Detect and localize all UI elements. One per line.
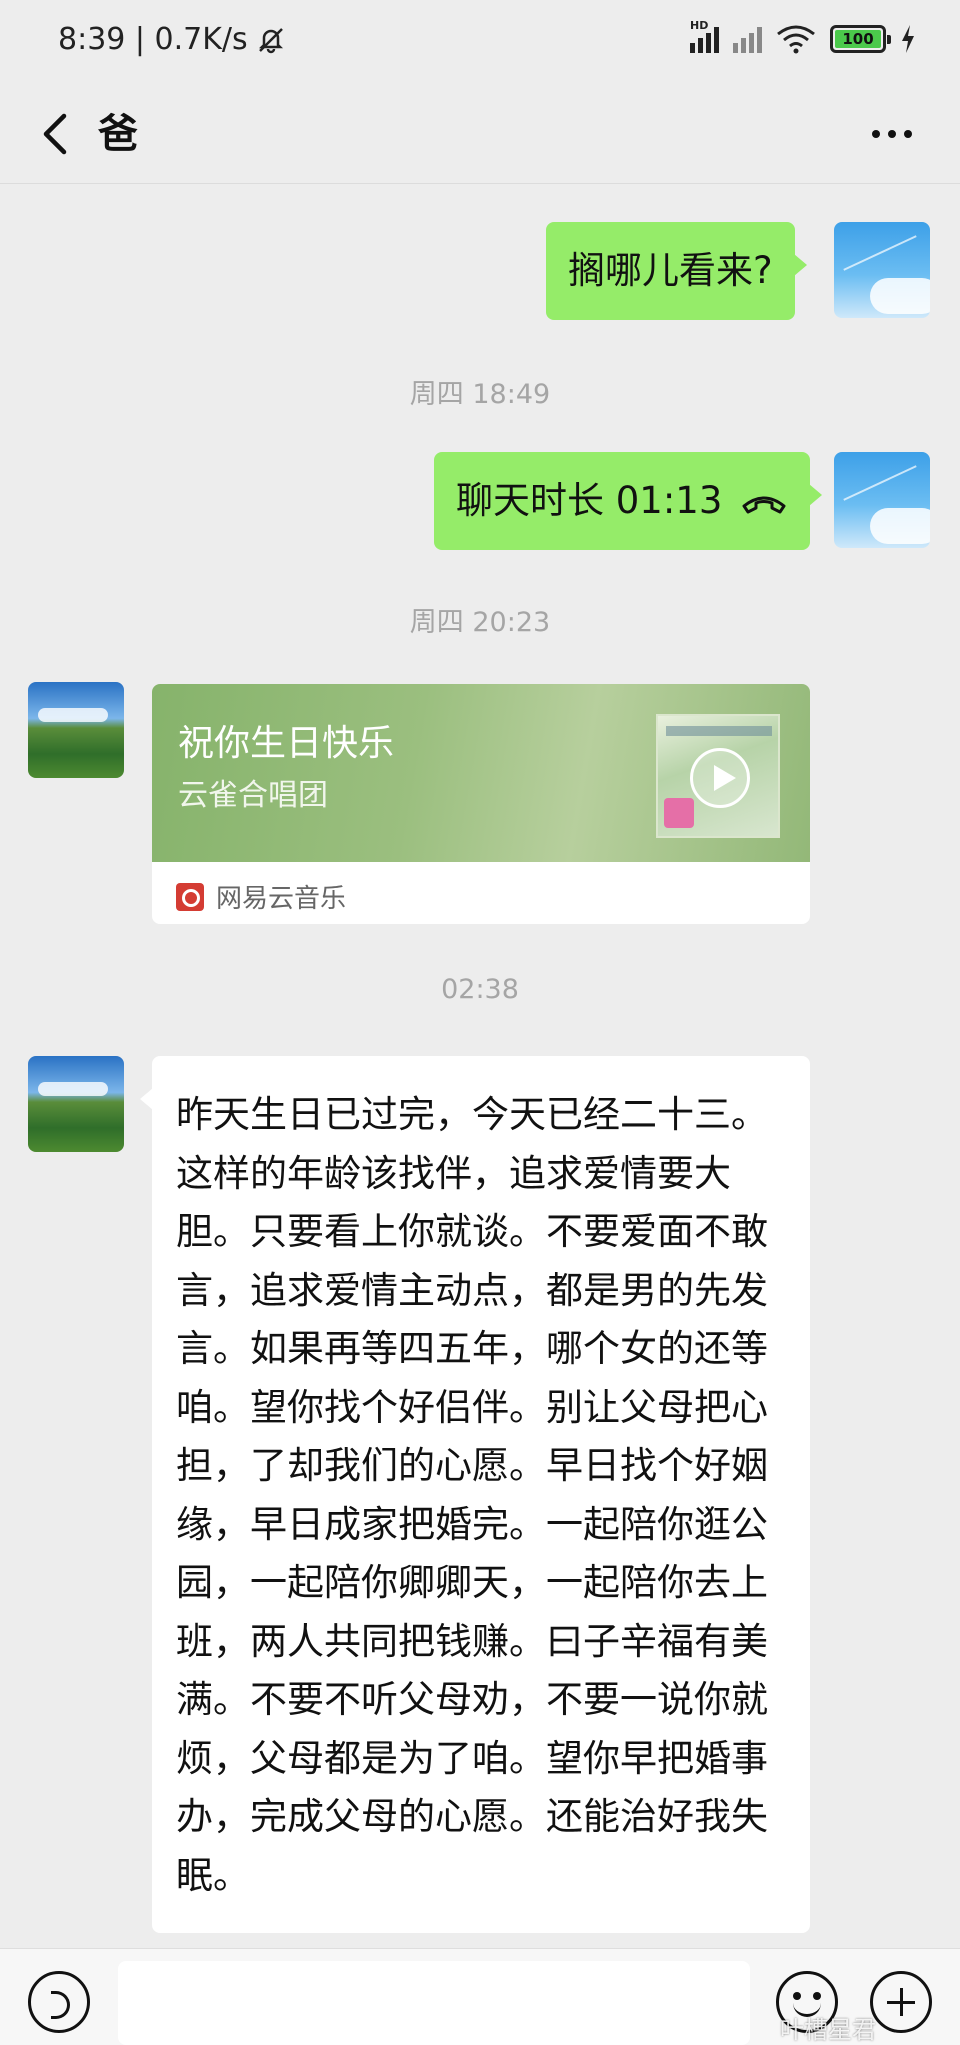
status-time-speed: 8:39 | 0.7K/s (58, 22, 248, 57)
message-text: 昨天生日已过完，今天已经二十三。这样的年龄该找伴，追求爱情要大胆。只要看上你就谈… (176, 1093, 768, 1897)
contact-avatar[interactable] (28, 1056, 124, 1152)
status-right: HD 100 (690, 19, 916, 54)
battery-icon: 100 (830, 25, 891, 53)
battery-level: 100 (835, 30, 881, 48)
timestamp: 02:38 (441, 974, 519, 1005)
status-left: 8:39 | 0.7K/s (58, 22, 286, 57)
self-avatar[interactable] (834, 452, 930, 548)
mute-bell-icon (258, 27, 283, 53)
album-strip (666, 726, 772, 736)
self-avatar[interactable] (834, 222, 930, 318)
call-duration-text: 聊天时长 01:13 (456, 479, 723, 522)
music-source-label: 网易云音乐 (216, 884, 347, 914)
timestamp: 周四 20:23 (409, 607, 551, 638)
song-title: 祝你生日快乐 (178, 723, 395, 764)
netease-music-icon (176, 882, 204, 911)
more-functions-icon[interactable] (870, 1971, 932, 2033)
contact-avatar[interactable] (28, 682, 124, 778)
music-source: 网易云音乐 (176, 878, 346, 915)
call-record-bubble[interactable]: 聊天时长 01:13 (434, 452, 823, 550)
wifi-icon (777, 25, 815, 54)
signal-icon (733, 25, 762, 53)
music-share-card[interactable]: 祝你生日快乐 云雀合唱团 网易云音乐 (152, 684, 810, 924)
phone-hangup-icon (742, 496, 786, 514)
signal-hd-icon: HD (690, 19, 719, 53)
chat-header: 爸 (0, 84, 960, 184)
incoming-message-bubble[interactable]: 昨天生日已过完，今天已经二十三。这样的年龄该找伴，追求爱情要大胆。只要看上你就谈… (140, 1056, 810, 1933)
chat-title: 爸 (98, 111, 138, 157)
timestamp: 周四 18:49 (409, 379, 551, 410)
album-cover (656, 714, 780, 838)
music-card-header: 祝你生日快乐 云雀合唱团 (152, 684, 810, 862)
back-arrow-icon[interactable] (30, 106, 86, 162)
charging-icon (902, 25, 914, 53)
more-options-icon[interactable] (864, 106, 920, 162)
play-icon[interactable] (690, 748, 750, 808)
message-text: 搁哪儿看来? (568, 249, 773, 292)
status-bar: 8:39 | 0.7K/s HD 100 (0, 0, 960, 84)
album-tag (664, 798, 694, 828)
signal-hd-label: HD (690, 19, 709, 32)
watermark: 叶槽星君 (780, 2016, 876, 2044)
message-input[interactable] (118, 1961, 750, 2045)
outgoing-message-bubble[interactable]: 搁哪儿看来? (546, 222, 807, 320)
voice-input-icon[interactable] (28, 1971, 90, 2033)
song-artist: 云雀合唱团 (178, 778, 328, 813)
